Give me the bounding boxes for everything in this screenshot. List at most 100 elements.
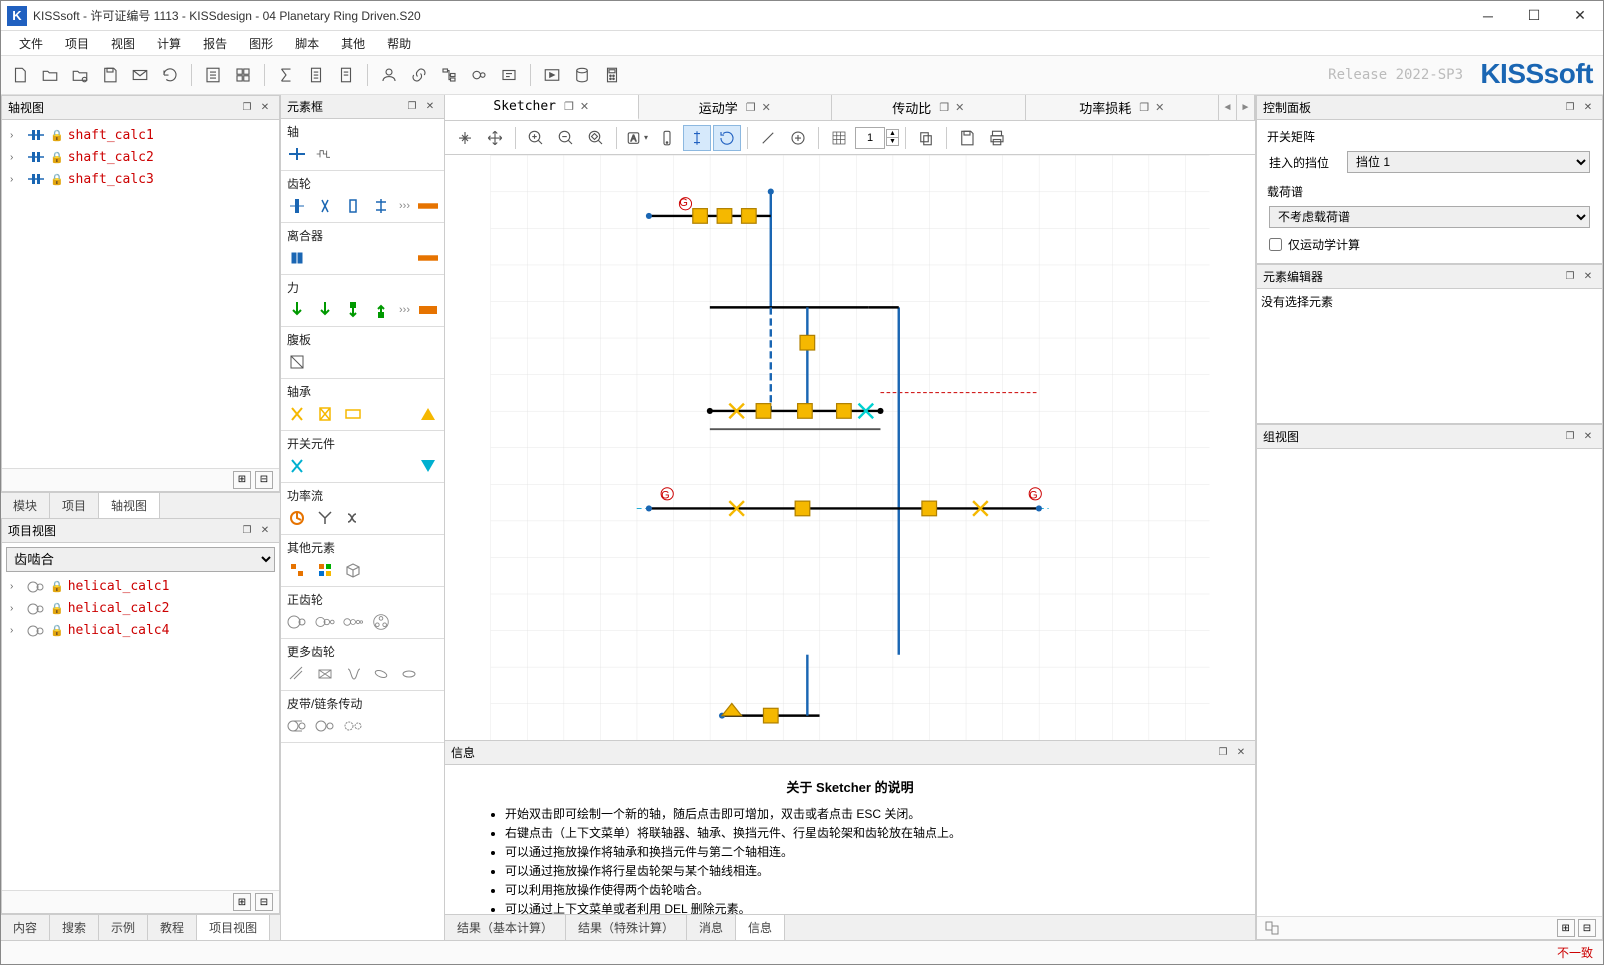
gear4-icon[interactable]: [371, 196, 391, 216]
gear-icon[interactable]: [287, 196, 307, 216]
project-tree-item[interactable]: › 🔒 helical_calc4: [6, 620, 275, 642]
expand-icon[interactable]: ›: [10, 152, 22, 163]
other1-icon[interactable]: [287, 560, 307, 580]
force-down2-icon[interactable]: [315, 300, 335, 320]
menu-project[interactable]: 项目: [55, 32, 99, 55]
group-tool-icon[interactable]: [1263, 919, 1281, 937]
shaft-tree-item[interactable]: › 🔒 shaft_calc2: [6, 146, 275, 168]
anchor-icon[interactable]: [451, 125, 479, 151]
zoom-in-icon[interactable]: [522, 125, 550, 151]
tab-content[interactable]: 内容: [1, 915, 50, 940]
more-icon[interactable]: ›››: [399, 304, 410, 316]
expand-icon[interactable]: ›: [10, 174, 22, 185]
tab-results-special[interactable]: 结果（特殊计算）: [566, 915, 687, 940]
tab-example[interactable]: 示例: [99, 915, 148, 940]
move-icon[interactable]: [481, 125, 509, 151]
shaft-element-icon[interactable]: [287, 144, 307, 164]
expand-all-icon[interactable]: ⊞: [233, 893, 251, 911]
print-icon[interactable]: [983, 125, 1011, 151]
line-tool-icon[interactable]: [754, 125, 782, 151]
bearing-tri-icon[interactable]: [418, 404, 438, 424]
switch-icon[interactable]: [287, 456, 307, 476]
tab-tutorial[interactable]: 教程: [148, 915, 197, 940]
collapse-all-icon[interactable]: ⊟: [255, 893, 273, 911]
kinematics-only-check[interactable]: 仅运动学计算: [1269, 236, 1590, 253]
tab-close-icon[interactable]: ✕: [580, 100, 589, 113]
phone-icon[interactable]: [653, 125, 681, 151]
add-point-icon[interactable]: [784, 125, 812, 151]
expand-icon[interactable]: ›: [10, 581, 22, 592]
load-spectrum-select[interactable]: 不考虑载荷谱: [1269, 206, 1590, 228]
panel-float-icon[interactable]: ❐: [1562, 100, 1578, 116]
shaft-tree-item[interactable]: › 🔒 shaft_calc3: [6, 168, 275, 190]
tab-float-icon[interactable]: ❐: [746, 101, 756, 114]
copy-icon[interactable]: [912, 125, 940, 151]
expand-icon[interactable]: ›: [10, 625, 22, 636]
checklist-icon[interactable]: [200, 62, 226, 88]
more-icon[interactable]: ›››: [399, 200, 410, 212]
minimize-button[interactable]: ─: [1465, 1, 1511, 31]
moregear5-icon[interactable]: [399, 664, 419, 684]
doc2-icon[interactable]: [333, 62, 359, 88]
project-tree-item[interactable]: › 🔒 helical_calc2: [6, 598, 275, 620]
gear-select[interactable]: 挡位 1: [1347, 151, 1590, 173]
open-icon[interactable]: [37, 62, 63, 88]
panel-float-icon[interactable]: ❐: [239, 100, 255, 116]
expand-all-icon[interactable]: ⊞: [1557, 919, 1575, 937]
tab-sketcher[interactable]: Sketcher ❐✕: [445, 95, 639, 120]
kinematics-only-checkbox[interactable]: [1269, 238, 1282, 251]
gear3-icon[interactable]: [343, 196, 363, 216]
menu-calc[interactable]: 计算: [147, 32, 191, 55]
tab-results-basic[interactable]: 结果（基本计算）: [445, 915, 566, 940]
moregear3-icon[interactable]: [343, 664, 363, 684]
switch-tri-icon[interactable]: [418, 456, 438, 476]
tab-close-icon[interactable]: ✕: [955, 101, 964, 114]
tab-close-icon[interactable]: ✕: [1155, 101, 1164, 114]
collapse-all-icon[interactable]: ⊟: [1578, 919, 1596, 937]
doc-icon[interactable]: [303, 62, 329, 88]
tab-messages[interactable]: 消息: [687, 915, 736, 940]
tab-powerloss[interactable]: 功率损耗 ❐✕: [1026, 95, 1220, 120]
clutch-icon[interactable]: [287, 248, 307, 268]
spur1-icon[interactable]: [287, 612, 307, 632]
menu-graphic[interactable]: 图形: [239, 32, 283, 55]
cube-icon[interactable]: [343, 560, 363, 580]
email-icon[interactable]: [127, 62, 153, 88]
grid-size-input[interactable]: 1: [855, 127, 885, 149]
belt2-icon[interactable]: [315, 716, 335, 736]
panel-close-icon[interactable]: ✕: [1580, 100, 1596, 116]
tab-project[interactable]: 项目: [50, 493, 99, 518]
open-project-icon[interactable]: [67, 62, 93, 88]
menu-other[interactable]: 其他: [331, 32, 375, 55]
tab-float-icon[interactable]: ❐: [564, 100, 574, 113]
menu-help[interactable]: 帮助: [377, 32, 421, 55]
expand-icon[interactable]: ›: [10, 130, 22, 141]
panel-close-icon[interactable]: ✕: [1233, 745, 1249, 761]
tab-module[interactable]: 模块: [1, 493, 50, 518]
menu-file[interactable]: 文件: [9, 32, 53, 55]
rotate-tool-icon[interactable]: [713, 125, 741, 151]
swap-icon[interactable]: [343, 508, 363, 528]
zoom-out-icon[interactable]: [552, 125, 580, 151]
sigma-icon[interactable]: [273, 62, 299, 88]
sketcher-canvas[interactable]: G: [445, 155, 1255, 740]
coaxial-shaft-icon[interactable]: [315, 144, 335, 164]
grid-toggle-icon[interactable]: [825, 125, 853, 151]
clutch-orange-icon[interactable]: [418, 248, 438, 268]
tab-shaft-view[interactable]: 轴视图: [99, 493, 160, 518]
spur2-icon[interactable]: [315, 612, 335, 632]
menu-view[interactable]: 视图: [101, 32, 145, 55]
panel-float-icon[interactable]: ❐: [1215, 745, 1231, 761]
refresh-icon[interactable]: [157, 62, 183, 88]
spin-down-icon[interactable]: ▼: [886, 138, 899, 146]
belt1-icon[interactable]: [287, 716, 307, 736]
gear2-icon[interactable]: [315, 196, 335, 216]
collapse-all-icon[interactable]: ⊟: [255, 471, 273, 489]
new-icon[interactable]: [7, 62, 33, 88]
tab-info[interactable]: 信息: [736, 915, 785, 940]
moregear4-icon[interactable]: [371, 664, 391, 684]
tab-scroll-right-icon[interactable]: ►: [1237, 95, 1255, 120]
link-icon[interactable]: [406, 62, 432, 88]
tab-float-icon[interactable]: ❐: [1139, 101, 1149, 114]
maximize-button[interactable]: ☐: [1511, 1, 1557, 31]
